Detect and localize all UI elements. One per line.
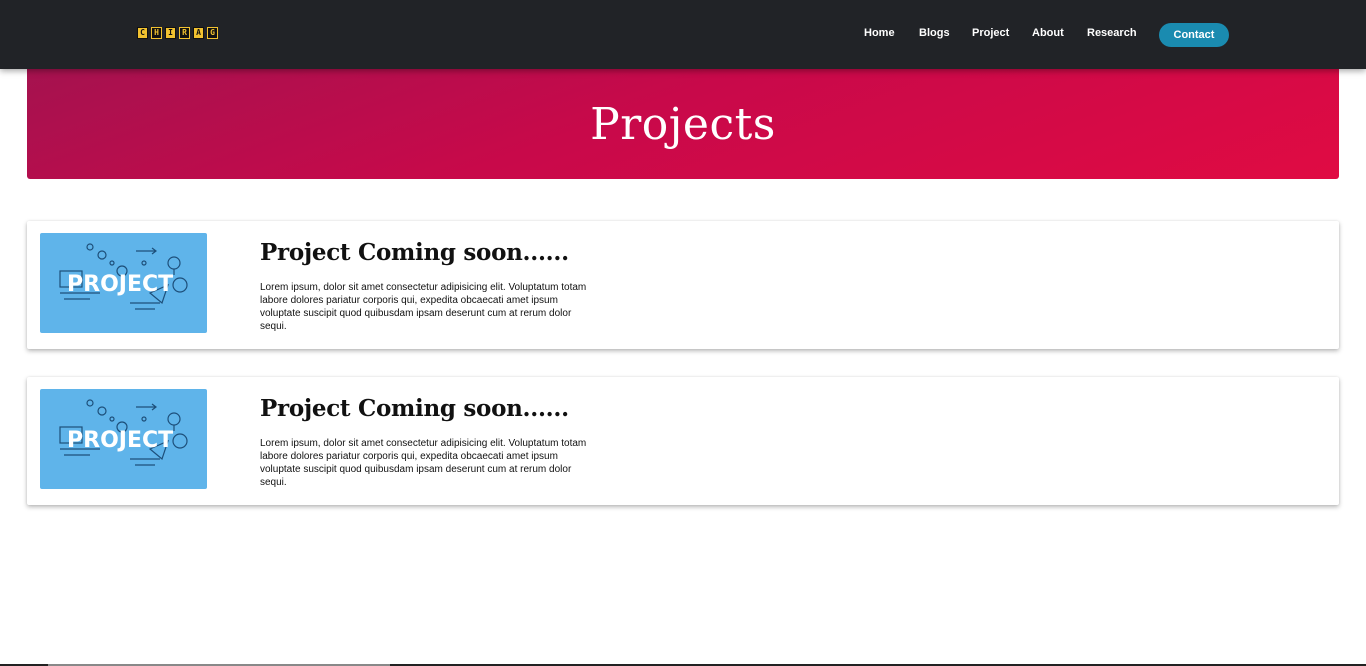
hero-banner: Projects [27,69,1339,179]
nav-link-about[interactable]: About [1032,27,1064,39]
nav-link-home[interactable]: Home [864,27,895,39]
nav-link-research[interactable]: Research [1087,27,1137,39]
contact-button[interactable]: Contact [1159,23,1229,47]
navbar: C H I R A G Home Blogs Project About Res… [0,0,1366,69]
project-description: Lorem ipsum, dolor sit amet consectetur … [260,282,587,332]
nav-menu: Home Blogs Project About Research Contac… [0,0,1366,69]
project-card: PROJECT Project Coming soon...... Lorem … [27,221,1339,349]
project-description: Lorem ipsum, dolor sit amet consectetur … [260,438,587,488]
nav-link-project[interactable]: Project [972,27,1009,39]
project-title: Project Coming soon...... [260,239,569,266]
image-label: PROJECT [67,428,173,453]
page-title: Projects [590,98,776,150]
project-illustration-icon: PROJECT [59,399,188,466]
project-image: PROJECT [40,233,207,333]
project-title: Project Coming soon...... [260,395,569,422]
project-image: PROJECT [40,389,207,489]
nav-link-blogs[interactable]: Blogs [919,27,950,39]
project-card: PROJECT Project Coming soon...... Lorem … [27,377,1339,505]
project-illustration-icon: PROJECT [59,243,188,310]
image-label: PROJECT [67,272,173,297]
